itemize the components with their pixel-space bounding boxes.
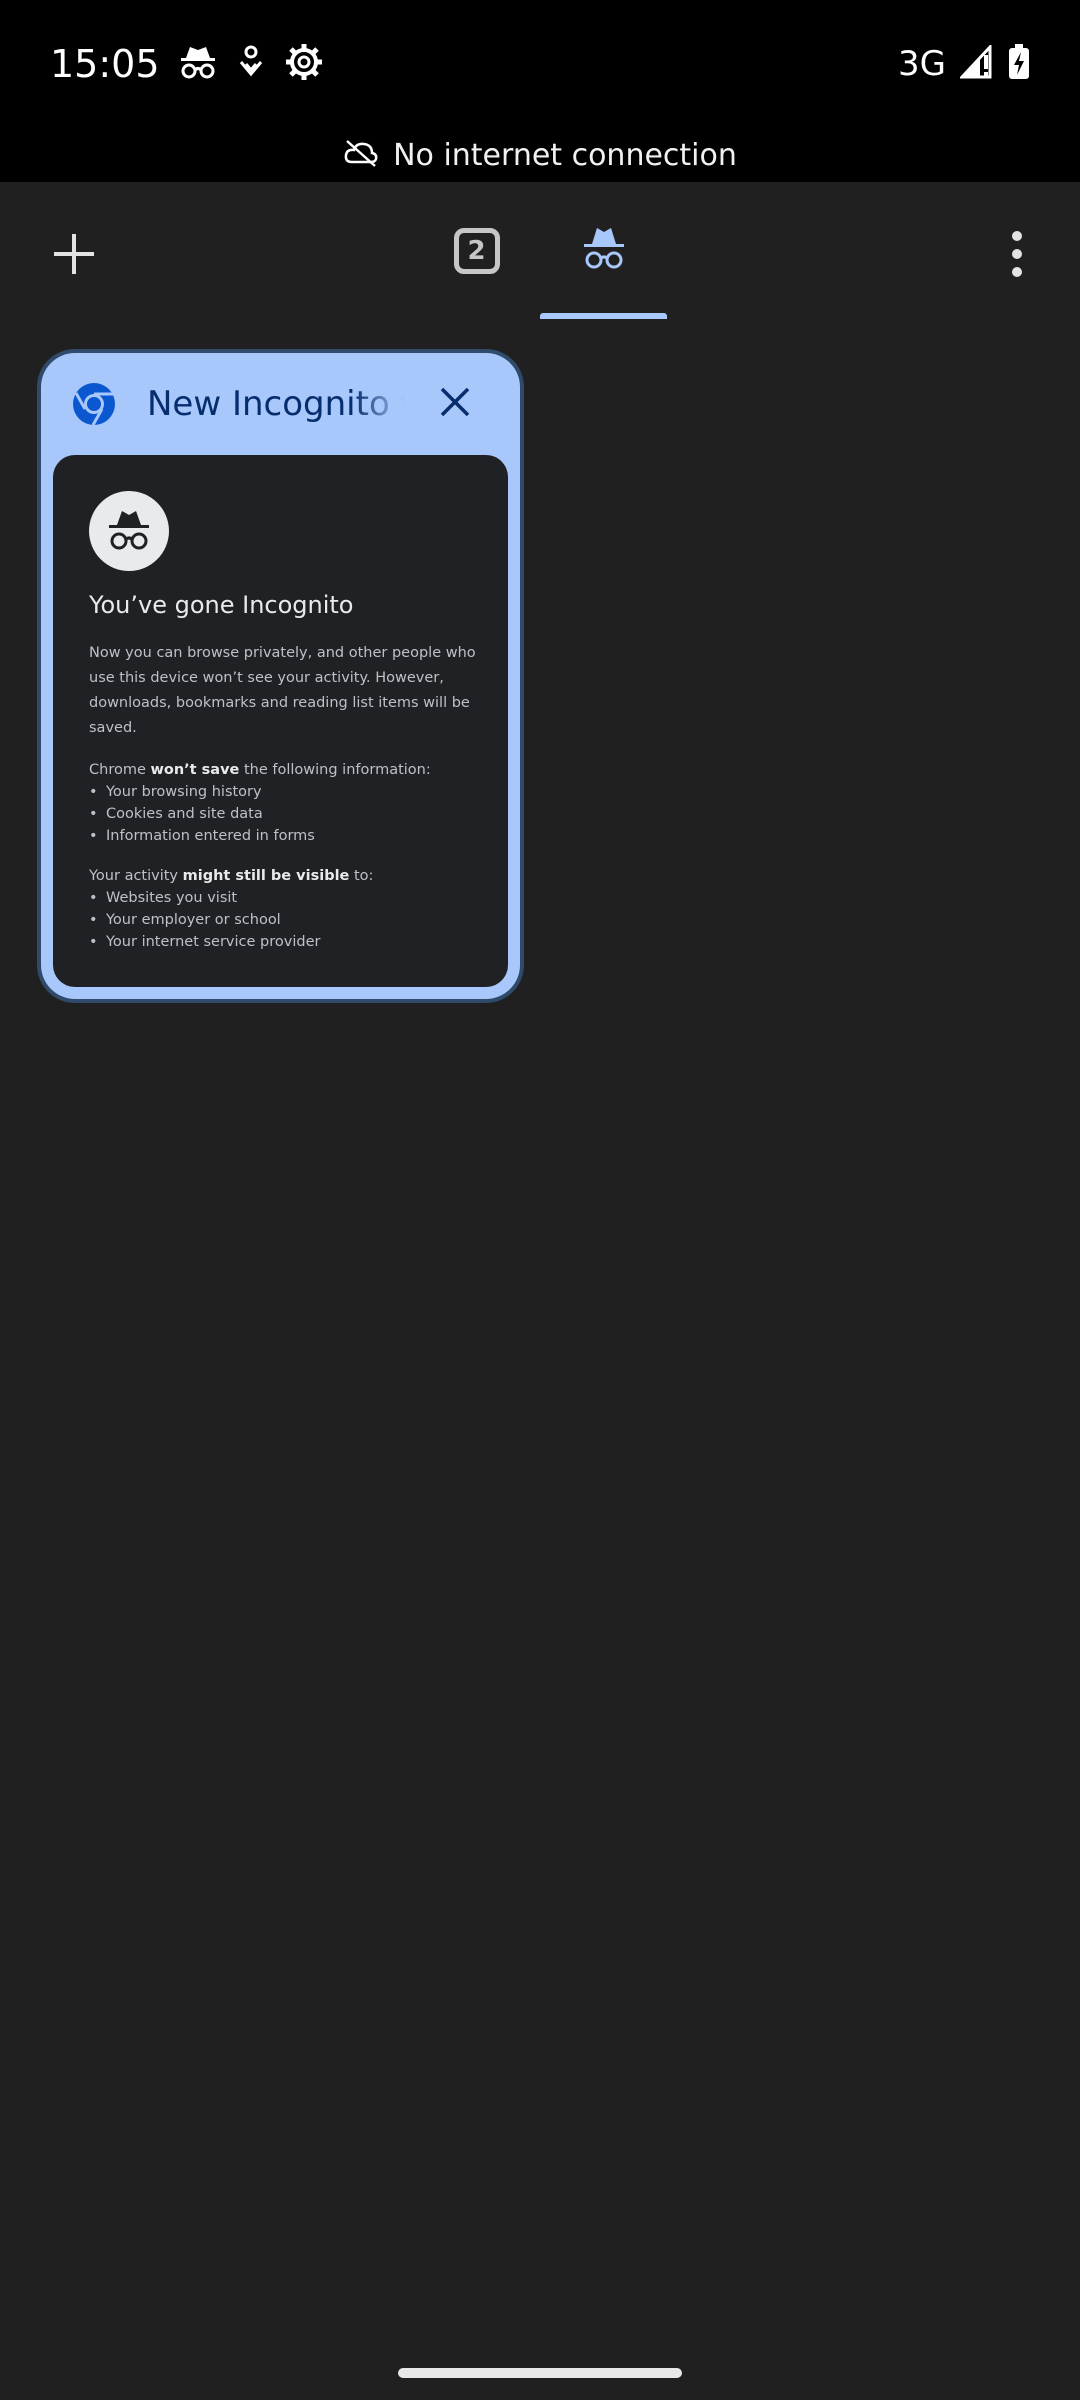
list-item: Websites you visit <box>89 887 478 909</box>
list-item: Information entered in forms <box>89 825 478 847</box>
location-icon <box>236 44 266 85</box>
list-item: Your employer or school <box>89 909 478 931</box>
incognito-logo-icon <box>89 491 169 571</box>
tab-switcher-toolbar: 2 <box>0 182 1080 330</box>
incognito-icon <box>178 44 218 85</box>
status-right: 3G <box>898 42 1030 85</box>
offline-banner: No internet connection <box>0 128 1080 182</box>
tab-card-header: New Incognito tab <box>41 353 520 455</box>
wont-save-list: Your browsing history Cookies and site d… <box>89 781 478 847</box>
incognito-icon <box>578 224 630 279</box>
network-type: 3G <box>898 44 946 84</box>
wont-save-prefix: Chrome <box>89 762 151 778</box>
offline-text: No internet connection <box>393 137 737 173</box>
list-item: Cookies and site data <box>89 803 478 825</box>
tab-thumbnail: You’ve gone Incognito Now you can browse… <box>53 455 508 987</box>
list-item: Your browsing history <box>89 781 478 803</box>
new-tab-button[interactable] <box>0 182 148 330</box>
still-visible-heading: Your activity might still be visible to: <box>89 865 478 887</box>
list-item: Your internet service provider <box>89 931 478 953</box>
offline-message: No internet connection <box>343 138 737 173</box>
visible-prefix: Your activity <box>89 868 183 884</box>
more-options-button[interactable] <box>953 182 1080 330</box>
navigation-bar <box>0 2336 1080 2400</box>
status-left: 15:05 <box>50 42 324 87</box>
more-vert-icon <box>1011 230 1023 283</box>
visible-suffix: to: <box>349 868 374 884</box>
tab-card[interactable]: New Incognito tab You’ve gone Incognito … <box>41 353 520 999</box>
tab-count-icon: 2 <box>453 228 500 274</box>
tab-title: New Incognito tab <box>147 384 405 424</box>
incognito-tabs-button[interactable] <box>540 182 667 320</box>
standard-tabs-button[interactable]: 2 <box>413 182 540 320</box>
status-time: 15:05 <box>50 42 160 86</box>
close-icon <box>440 387 470 422</box>
close-tab-button[interactable] <box>400 353 510 455</box>
status-bar: 15:05 3G <box>0 0 1080 128</box>
wont-save-heading: Chrome won’t save the following informat… <box>89 759 478 781</box>
incognito-heading: You’ve gone Incognito <box>89 591 354 619</box>
wont-save-bold: won’t save <box>150 762 240 778</box>
chrome-icon <box>41 353 147 455</box>
incognito-intro: Now you can browse privately, and other … <box>89 645 476 736</box>
selected-mode-indicator <box>540 313 667 319</box>
still-visible-list: Websites you visit Your employer or scho… <box>89 887 478 953</box>
plus-icon <box>52 232 96 281</box>
visible-bold: might still be visible <box>182 868 350 884</box>
battery-charging-icon <box>1008 43 1030 85</box>
settings-icon <box>284 42 324 87</box>
home-gesture-handle[interactable] <box>398 2368 682 2378</box>
signal-icon <box>958 42 994 84</box>
cloud-off-icon <box>343 138 379 173</box>
wont-save-suffix: the following information: <box>239 762 431 778</box>
